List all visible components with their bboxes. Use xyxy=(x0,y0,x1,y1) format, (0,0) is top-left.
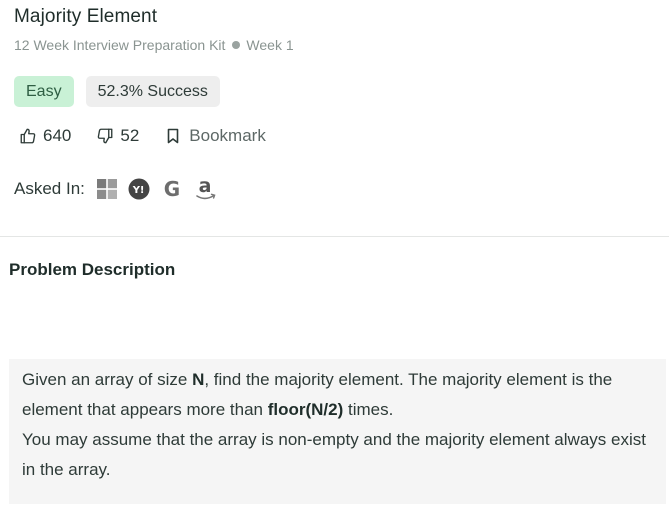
asked-in-label: Asked In: xyxy=(14,179,85,198)
description-paragraph-1: Given an array of size N, find the major… xyxy=(22,365,654,425)
microsoft-icon[interactable] xyxy=(96,179,117,199)
description-text: Given an array of size xyxy=(22,370,193,389)
problem-stats: 640 52 Bookmark xyxy=(19,126,266,146)
svg-text:Y!: Y! xyxy=(132,185,145,196)
asked-in-row: Asked In: Y! G a xyxy=(14,176,229,202)
description-floor-expression: floor(N/2) xyxy=(267,400,344,419)
amazon-icon[interactable]: a xyxy=(194,176,218,202)
problem-badges: Easy 52.3% Success xyxy=(14,76,220,107)
breadcrumb: 12 Week Interview Preparation Kit Week 1 xyxy=(14,37,294,53)
thumbs-down-icon xyxy=(96,127,114,145)
difficulty-badge: Easy xyxy=(14,76,74,107)
problem-description-body: Given an array of size N, find the major… xyxy=(9,359,666,504)
breadcrumb-week[interactable]: Week 1 xyxy=(246,37,293,53)
bookmark-button[interactable]: Bookmark xyxy=(166,126,266,146)
description-variable-n: N xyxy=(192,370,205,389)
yahoo-icon[interactable]: Y! xyxy=(128,178,150,200)
svg-text:a: a xyxy=(198,176,211,197)
google-icon[interactable]: G xyxy=(161,178,183,200)
problem-description-heading: Problem Description xyxy=(9,260,176,279)
dislike-count: 52 xyxy=(120,126,140,145)
svg-text:G: G xyxy=(164,178,180,200)
breadcrumb-kit[interactable]: 12 Week Interview Preparation Kit xyxy=(14,37,225,53)
bookmark-icon xyxy=(166,128,180,144)
breadcrumb-separator-dot xyxy=(232,41,241,49)
description-paragraph-2: You may assume that the array is non-emp… xyxy=(22,430,646,479)
success-rate-badge: 52.3% Success xyxy=(85,76,220,107)
like-button[interactable]: 640 xyxy=(19,126,71,146)
bookmark-label: Bookmark xyxy=(189,126,266,145)
thumbs-up-icon xyxy=(19,127,37,145)
problem-title: Majority Element xyxy=(14,6,158,27)
description-text: times. xyxy=(343,400,394,419)
section-divider xyxy=(0,236,669,237)
dislike-button[interactable]: 52 xyxy=(96,126,139,146)
like-count: 640 xyxy=(43,126,72,145)
